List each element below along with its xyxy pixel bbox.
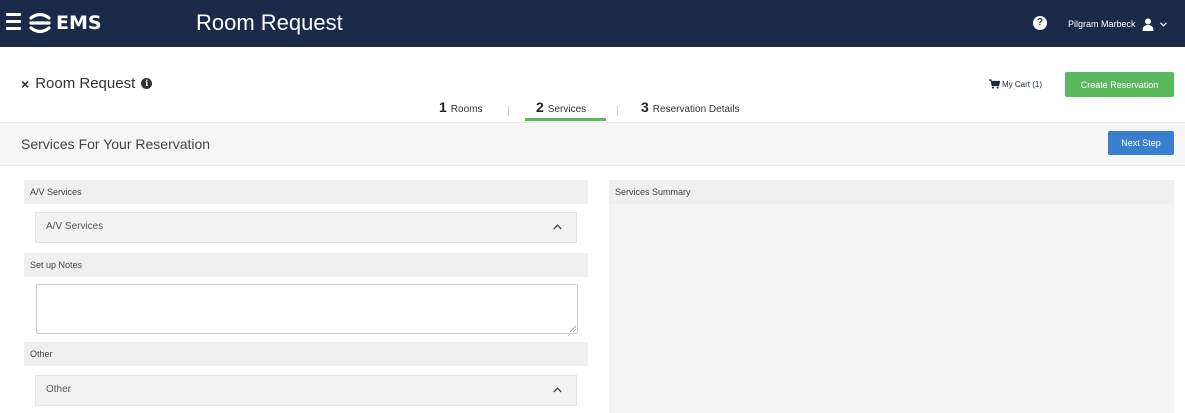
accordion-label: Other — [46, 384, 72, 395]
info-icon[interactable]: i — [141, 78, 153, 89]
my-cart-link[interactable]: My Cart (1) — [989, 79, 1042, 89]
user-name: Pilgram Marbeck — [1068, 19, 1136, 29]
step-label: Services — [547, 104, 587, 115]
step-separator — [508, 106, 509, 116]
my-cart-label: My Cart (1) — [1002, 79, 1042, 89]
services-summary-panel — [609, 204, 1174, 413]
ems-logo-icon — [29, 12, 51, 34]
accordion-label: A/V Services — [46, 221, 104, 232]
top-navigation-bar: EMS Room Request ? Pilgram Marbeck — [0, 0, 1185, 47]
setup-notes-textarea[interactable] — [36, 284, 578, 334]
close-icon[interactable]: × — [21, 76, 29, 92]
step-reservation-details[interactable]: 3 Reservation Details — [641, 99, 740, 115]
step-separator — [617, 106, 618, 116]
step-number: 3 — [641, 99, 649, 115]
step-rooms[interactable]: 1 Rooms — [439, 99, 482, 115]
av-services-header: A/V Services — [24, 180, 588, 204]
setup-notes-header: Set up Notes — [24, 253, 588, 277]
step-label: Rooms — [450, 104, 483, 115]
step-label: Reservation Details — [652, 104, 740, 115]
other-header: Other — [24, 342, 588, 366]
app-title: Room Request — [196, 10, 343, 35]
section-header: Services For Your Reservation Next Step — [0, 122, 1185, 166]
next-step-button[interactable]: Next Step — [1108, 131, 1174, 155]
cart-icon — [989, 79, 1000, 89]
services-summary-header: Services Summary — [609, 180, 1174, 204]
step-number: 1 — [439, 99, 447, 115]
chevron-up-icon — [553, 224, 562, 230]
av-services-accordion[interactable]: A/V Services — [35, 212, 577, 243]
chevron-down-icon — [1159, 21, 1167, 27]
page-header: × Room Request i — [21, 75, 153, 92]
menu-icon[interactable] — [6, 13, 21, 31]
section-title: Services For Your Reservation — [21, 136, 211, 152]
step-number: 2 — [536, 99, 544, 115]
chevron-up-icon — [553, 387, 562, 393]
user-icon — [1142, 18, 1154, 31]
logo-text: EMS — [56, 12, 102, 34]
active-step-indicator — [525, 118, 606, 121]
step-services[interactable]: 2 Services — [536, 99, 586, 115]
user-menu[interactable]: Pilgram Marbeck — [1068, 16, 1167, 32]
resize-grip-icon[interactable] — [570, 326, 576, 332]
page-title: Room Request — [35, 75, 136, 92]
other-accordion[interactable]: Other — [35, 375, 577, 406]
ems-logo[interactable]: EMS — [27, 8, 102, 38]
create-reservation-button[interactable]: Create Reservation — [1065, 72, 1174, 97]
help-icon[interactable]: ? — [1033, 16, 1047, 30]
